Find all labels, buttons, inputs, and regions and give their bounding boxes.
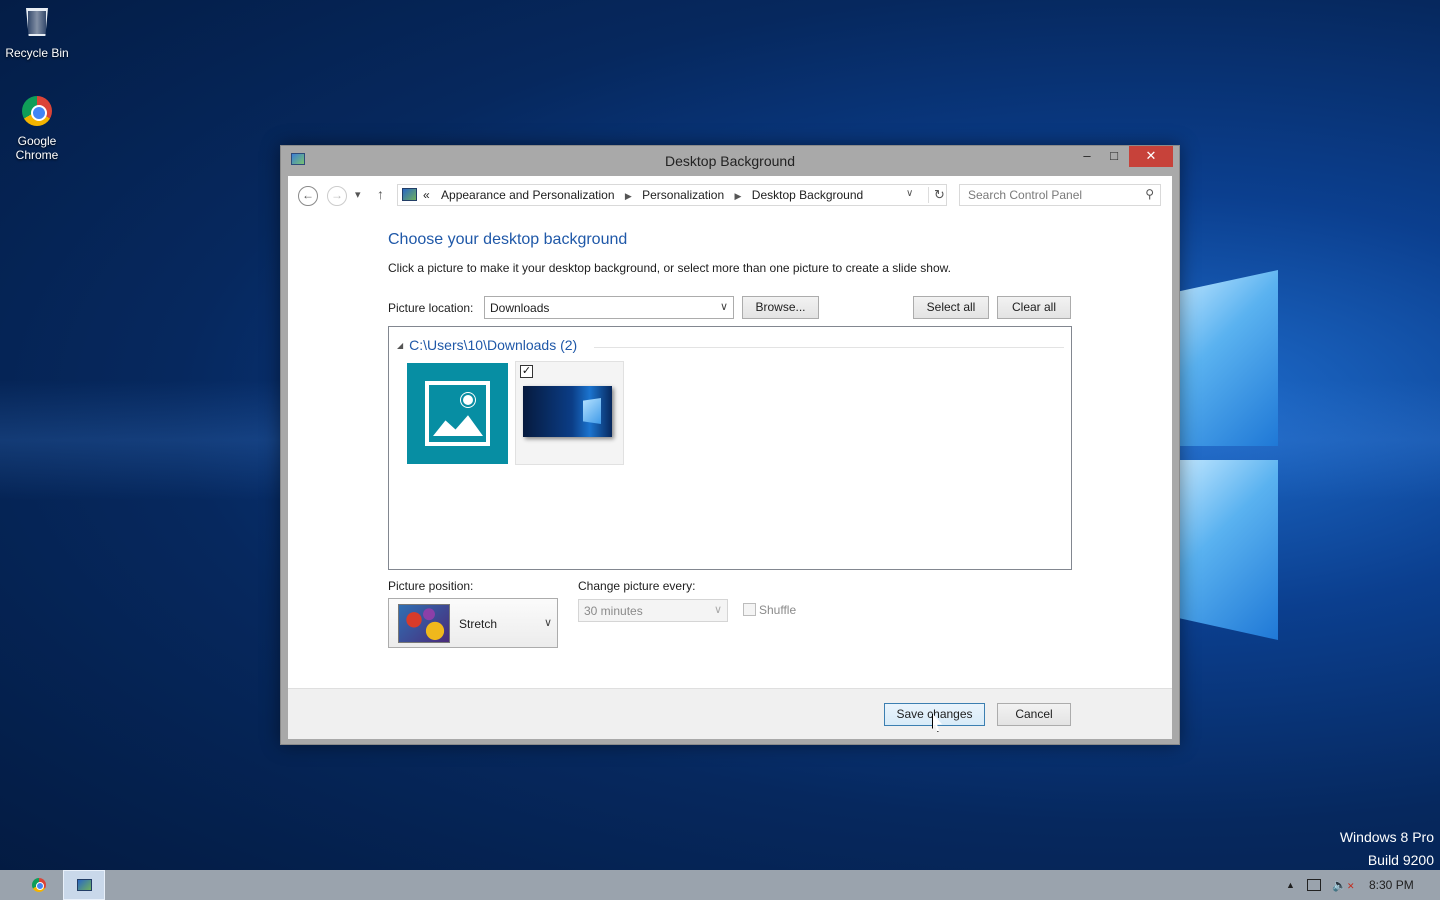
search-box[interactable]: ⚲ [959, 184, 1161, 206]
title-bar[interactable]: Desktop Background ‒ □ ✕ [281, 146, 1179, 176]
breadcrumb-separator-icon[interactable]: ▶ [735, 191, 742, 201]
clear-all-button[interactable]: Clear all [997, 296, 1071, 319]
change-interval-value: 30 minutes [584, 604, 643, 618]
thumbnail-placeholder-image[interactable] [407, 363, 508, 464]
watermark-build: Build 9200 [1367, 852, 1434, 868]
breadcrumb-item-personalization[interactable]: Personalization [642, 188, 724, 202]
checkbox-box[interactable] [743, 603, 756, 616]
navigation-bar: ← → ▾ ↑ « Appearance and Personalization… [288, 176, 1172, 216]
chrome-icon [32, 878, 46, 892]
chevron-down-icon: ∨ [543, 617, 552, 629]
change-picture-label: Change picture every: [578, 579, 696, 593]
picture-gallery: ◢ C:\Users\10\Downloads (2) ✓ [388, 326, 1072, 570]
window-title: Desktop Background [665, 153, 795, 169]
group-divider [594, 347, 1064, 348]
close-button[interactable]: ✕ [1129, 146, 1173, 167]
control-panel-icon [402, 188, 417, 201]
watermark-edition: Windows 8 Pro [1339, 829, 1434, 845]
windows-logo-pane [1180, 270, 1278, 446]
browse-button[interactable]: Browse... [742, 296, 819, 319]
shuffle-checkbox[interactable]: Shuffle [743, 603, 796, 617]
position-preview-image [398, 604, 450, 643]
address-bar[interactable]: « Appearance and Personalization ▶ Perso… [397, 184, 947, 206]
taskbar-clock[interactable]: 8:30 PM [1369, 878, 1414, 892]
breadcrumb-item-desktop-background[interactable]: Desktop Background [752, 188, 863, 202]
dialog-footer: Save changes Cancel [288, 688, 1172, 739]
refresh-icon[interactable]: ↻ [928, 187, 948, 203]
thumbnail-checkbox[interactable]: ✓ [520, 365, 533, 378]
windows-edition-watermark: Windows 8 Pro Build 9200 [1340, 826, 1434, 872]
forward-button[interactable]: → [327, 186, 347, 206]
search-input[interactable] [968, 185, 1138, 205]
breadcrumb: « Appearance and Personalization ▶ Perso… [423, 188, 863, 202]
desktop-icon-label: Google Chrome [15, 134, 59, 162]
thumbnail-windows-wallpaper[interactable]: ✓ [515, 361, 624, 465]
taskbar: ▲ 🔈✕ 8:30 PM [0, 870, 1440, 900]
picture-position-dropdown[interactable]: Stretch ∨ [388, 598, 558, 648]
group-header-label: C:\Users\10\Downloads (2) [409, 337, 578, 353]
volume-muted-icon[interactable]: 🔈✕ [1332, 878, 1355, 892]
select-all-button[interactable]: Select all [913, 296, 989, 319]
taskbar-control-panel-button[interactable] [63, 870, 105, 900]
chevron-down-icon: ∨ [719, 301, 728, 313]
page-description: Click a picture to make it your desktop … [388, 261, 951, 275]
desktop-icon-google-chrome[interactable]: Google Chrome [0, 94, 74, 162]
window-client-area: ← → ▾ ↑ « Appearance and Personalization… [288, 176, 1172, 739]
breadcrumb-overflow[interactable]: « [423, 188, 430, 202]
recycle-bin-icon [20, 8, 54, 42]
breadcrumb-separator-icon[interactable]: ▶ [625, 191, 632, 201]
search-icon[interactable]: ⚲ [1145, 187, 1154, 201]
windows-logo-pane [1180, 460, 1278, 640]
image-placeholder-icon [425, 381, 490, 446]
control-panel-icon [77, 879, 92, 891]
minimize-button[interactable]: ‒ [1076, 146, 1098, 167]
chrome-icon [20, 96, 54, 130]
network-icon[interactable] [1307, 879, 1321, 891]
change-interval-dropdown[interactable]: 30 minutes ∨ [578, 599, 728, 622]
picture-position-value: Stretch [459, 617, 498, 631]
collapse-triangle-icon[interactable]: ◢ [397, 341, 403, 350]
picture-location-value: Downloads [490, 301, 550, 315]
up-arrow-icon[interactable]: ↑ [377, 186, 384, 202]
shuffle-label: Shuffle [759, 603, 797, 617]
main-content: Choose your desktop background Click a p… [288, 216, 1172, 688]
recent-locations-chevron-icon[interactable]: ▾ [355, 188, 361, 201]
desktop-background-window: Desktop Background ‒ □ ✕ ← → ▾ ↑ « Appea… [280, 145, 1180, 745]
taskbar-chrome-button[interactable] [22, 870, 56, 900]
desktop-icon-recycle-bin[interactable]: Recycle Bin [0, 6, 74, 60]
maximize-button[interactable]: □ [1103, 146, 1125, 167]
page-title: Choose your desktop background [388, 231, 628, 248]
address-dropdown-chevron-icon[interactable]: ∨ [906, 188, 913, 199]
desktop-icon-label: Recycle Bin [5, 46, 69, 60]
picture-location-dropdown[interactable]: Downloads ∨ [484, 296, 734, 319]
chevron-down-icon: ∨ [713, 604, 722, 616]
show-hidden-icons-chevron-icon[interactable]: ▲ [1286, 880, 1295, 890]
back-button[interactable]: ← [298, 186, 318, 206]
picture-position-label: Picture position: [388, 579, 474, 593]
wallpaper-preview-image [523, 386, 612, 437]
breadcrumb-item-appearance[interactable]: Appearance and Personalization [441, 188, 614, 202]
picture-location-label: Picture location: [388, 301, 474, 315]
cancel-button[interactable]: Cancel [997, 703, 1071, 726]
gallery-group-header[interactable]: ◢ C:\Users\10\Downloads (2) [397, 337, 577, 353]
